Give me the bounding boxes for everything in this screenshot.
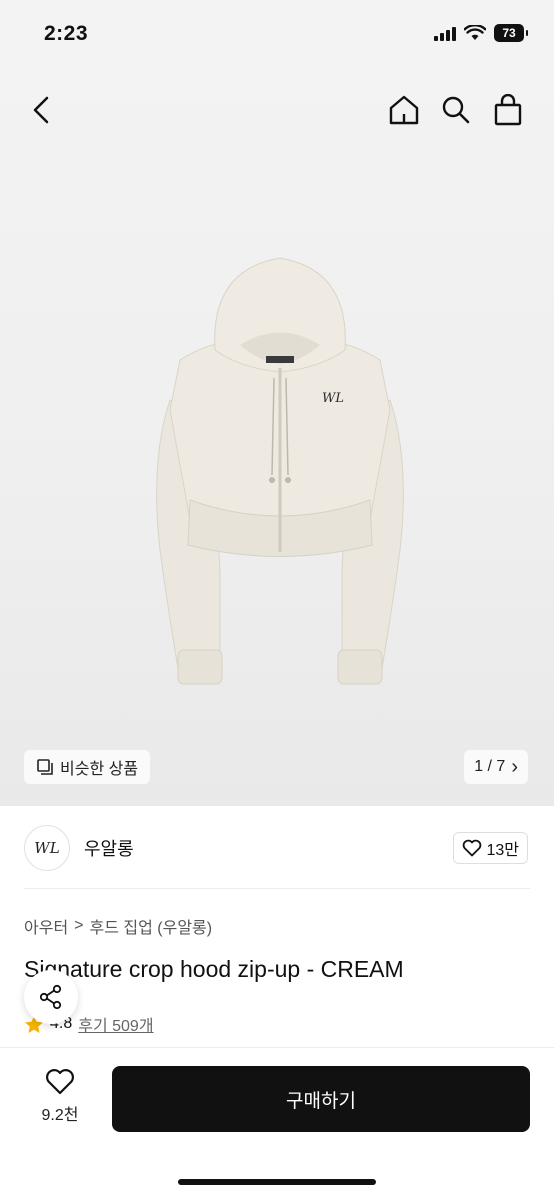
back-button[interactable] [22,90,62,130]
status-icons: 73 [434,24,528,42]
breadcrumb-category[interactable]: 아우터 [24,914,68,938]
similar-products-button[interactable]: 비슷한 상품 [24,750,151,784]
brand-row: WL 우알롱 13만 [24,824,530,872]
chevron-right-icon: › [511,756,518,778]
home-button[interactable] [384,90,424,130]
heart-outline-icon [46,1069,74,1095]
divider [24,888,530,889]
share-icon [39,984,62,1010]
wifi-icon [464,25,486,40]
brand-like-count: 13만 [486,842,519,859]
brand-logo[interactable]: WL [24,825,70,871]
wishlist-button[interactable]: 9.2천 [20,1068,100,1138]
signal-icon [434,25,456,41]
status-time: 2:23 [44,22,89,45]
share-button[interactable] [24,970,78,1024]
search-icon [442,96,470,124]
search-button[interactable] [436,90,476,130]
brand-name[interactable]: 우알롱 [84,835,134,861]
buy-button[interactable]: 구매하기 [112,1066,530,1132]
wishlist-count: 9.2천 [41,1107,79,1124]
product-image-gallery[interactable]: WL 비슷한 상품 1 / 7 › [0,70,554,806]
cart-button[interactable] [488,90,528,130]
similar-products-label: 비슷한 상품 [60,761,139,778]
battery-indicator: 73 [494,24,528,42]
back-icon [33,96,49,124]
bottom-action-bar: 9.2천 구매하기 [0,1047,554,1200]
product-image: WL [156,257,404,685]
review-count-link[interactable]: 후기 509개 [78,1012,153,1036]
shopping-bag-icon [494,94,522,126]
home-icon [389,95,419,125]
home-indicator [178,1179,376,1185]
breadcrumb-separator: > [74,917,84,934]
breadcrumb-subcategory[interactable]: 후드 집업 (우알롱) [90,914,213,938]
breadcrumb: 아우터 > 후드 집업 (우알롱) [24,914,212,938]
product-title: Signature crop hood zip-up - CREAM [24,956,404,982]
brand-like-button[interactable]: 13만 [453,832,528,864]
similar-products-icon [37,759,53,775]
status-bar: 2:23 73 [0,0,554,70]
heart-icon [463,839,482,857]
image-page-indicator[interactable]: 1 / 7 › [464,750,528,784]
page-indicator-text: 1 / 7 [474,758,506,775]
svg-text:WL: WL [322,391,344,406]
